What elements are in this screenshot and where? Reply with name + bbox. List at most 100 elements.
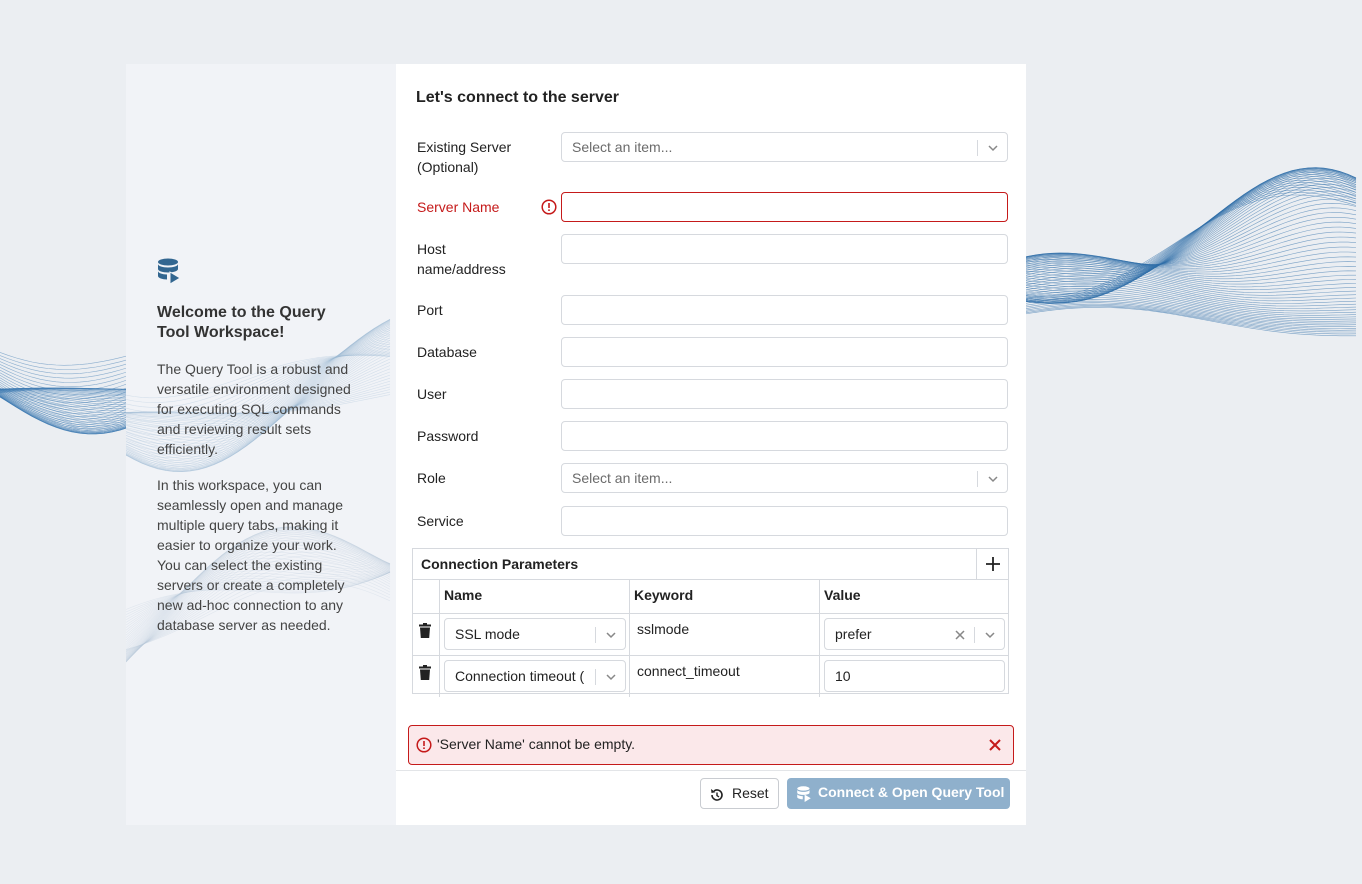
database-play-icon — [797, 786, 811, 802]
database-label: Database — [417, 344, 477, 360]
grid-header-keyword: Keyword — [629, 579, 819, 613]
row-value-cell: prefer — [819, 614, 1008, 655]
grid-header-name: Name — [439, 579, 629, 613]
row-keyword-cell: sslmode — [629, 614, 819, 655]
server-name-label: Server Name — [417, 199, 500, 215]
host-label-line2: name/address — [417, 261, 506, 277]
select-separator — [974, 627, 975, 643]
row-name-cell: SSL mode — [439, 614, 629, 655]
existing-server-select[interactable]: Select an item... — [561, 132, 1008, 162]
add-parameter-button[interactable] — [976, 549, 1008, 579]
existing-server-placeholder: Select an item... — [572, 139, 673, 155]
parameters-grid: Name Keyword Value SSL mode sslmode pref… — [413, 579, 1008, 697]
parameter-value: 10 — [835, 668, 851, 684]
error-icon — [416, 737, 432, 753]
error-icon — [541, 199, 557, 215]
column-header-keyword: Keyword — [634, 587, 694, 603]
chevron-down-icon[interactable] — [605, 671, 617, 683]
service-input[interactable] — [561, 506, 1008, 536]
connect-form: Let's connect to the server Existing Ser… — [396, 64, 1026, 825]
user-row: User — [417, 379, 1011, 411]
welcome-paragraph-2: In this workspace, you can seamlessly op… — [157, 477, 345, 633]
role-row: Role Select an item... — [417, 463, 1011, 495]
grid-header-row: Name Keyword Value — [413, 579, 1008, 614]
close-icon[interactable] — [988, 738, 1002, 752]
reset-button-label: Reset — [732, 785, 769, 801]
existing-server-label-line1: Existing Server — [417, 139, 512, 155]
row-name-cell: Connection timeout ( — [439, 656, 629, 697]
plus-icon — [986, 557, 1000, 571]
connection-parameters-header: Connection Parameters — [413, 549, 1008, 580]
select-separator — [977, 140, 978, 156]
chevron-down-icon[interactable] — [605, 629, 617, 641]
database-input[interactable] — [561, 337, 1008, 367]
welcome-paragraph-1: The Query Tool is a robust and versatile… — [157, 361, 351, 457]
parameter-name-value: SSL mode — [455, 626, 520, 642]
clear-icon[interactable] — [954, 629, 966, 641]
role-label: Role — [417, 470, 446, 486]
password-input[interactable] — [561, 421, 1008, 451]
select-separator — [977, 471, 978, 487]
password-row: Password — [417, 421, 1011, 453]
connect-card: Welcome to the Query Tool Workspace! The… — [126, 64, 1026, 825]
port-input[interactable] — [561, 295, 1008, 325]
service-label: Service — [417, 513, 464, 529]
host-input[interactable] — [561, 234, 1008, 264]
existing-server-row: Existing Server (Optional) Select an ite… — [417, 132, 1011, 175]
parameter-value-input[interactable]: 10 — [824, 660, 1005, 692]
connection-parameters-title: Connection Parameters — [421, 556, 579, 572]
trash-icon[interactable] — [419, 623, 431, 638]
parameter-keyword: sslmode — [637, 621, 690, 637]
user-label: User — [417, 386, 447, 402]
existing-server-label-line2: (Optional) — [417, 159, 479, 175]
port-label: Port — [417, 302, 443, 318]
server-name-row: Server Name — [417, 192, 1011, 224]
role-placeholder: Select an item... — [572, 470, 673, 486]
port-row: Port — [417, 295, 1011, 327]
welcome-title: Welcome to the Query Tool Workspace! — [157, 304, 326, 341]
table-row: Connection timeout ( connect_timeout 10 — [413, 656, 1008, 697]
select-separator — [595, 669, 596, 685]
column-header-value: Value — [824, 587, 861, 603]
role-select[interactable]: Select an item... — [561, 463, 1008, 493]
welcome-panel: Welcome to the Query Tool Workspace! The… — [126, 64, 396, 825]
existing-server-label: Existing Server (Optional) — [417, 137, 511, 177]
footer-divider — [396, 770, 1026, 771]
grid-header-value: Value — [819, 579, 1008, 613]
parameter-value-select[interactable]: prefer — [824, 618, 1005, 650]
connect-open-query-tool-button[interactable]: Connect & Open Query Tool — [787, 778, 1010, 809]
database-play-icon — [158, 258, 181, 285]
column-header-name: Name — [444, 587, 483, 603]
chevron-down-icon[interactable] — [987, 142, 999, 154]
connection-parameters-panel: Connection Parameters Name Keyword Value — [412, 548, 1009, 697]
select-separator — [595, 627, 596, 643]
trash-icon[interactable] — [419, 665, 431, 680]
password-label: Password — [417, 428, 479, 444]
chevron-down-icon[interactable] — [987, 473, 999, 485]
row-keyword-cell: connect_timeout — [629, 656, 819, 697]
grid-header-action — [413, 579, 439, 613]
parameter-name-value: Connection timeout ( — [455, 668, 585, 684]
row-action-cell — [413, 656, 439, 697]
reset-button[interactable]: Reset — [700, 778, 779, 809]
row-value-cell: 10 — [819, 656, 1008, 697]
error-message: 'Server Name' cannot be empty. — [437, 736, 636, 752]
parameter-value: prefer — [835, 626, 872, 642]
service-row: Service — [417, 506, 1011, 538]
form-title: Let's connect to the server — [416, 89, 619, 106]
row-action-cell — [413, 614, 439, 655]
host-row: Host name/address — [417, 234, 1011, 279]
host-label-line1: Host — [417, 241, 446, 257]
error-alert: 'Server Name' cannot be empty. — [408, 725, 1014, 765]
parameter-name-select[interactable]: SSL mode — [444, 618, 626, 650]
parameter-name-select[interactable]: Connection timeout ( — [444, 660, 626, 692]
server-name-input[interactable] — [561, 192, 1008, 222]
chevron-down-icon[interactable] — [984, 629, 996, 641]
database-row: Database — [417, 337, 1011, 369]
user-input[interactable] — [561, 379, 1008, 409]
table-row: SSL mode sslmode prefer — [413, 614, 1008, 656]
parameter-keyword: connect_timeout — [637, 663, 740, 679]
host-label: Host name/address — [417, 239, 506, 279]
reset-icon — [711, 789, 723, 801]
connect-button-label: Connect & Open Query Tool — [818, 784, 1005, 800]
